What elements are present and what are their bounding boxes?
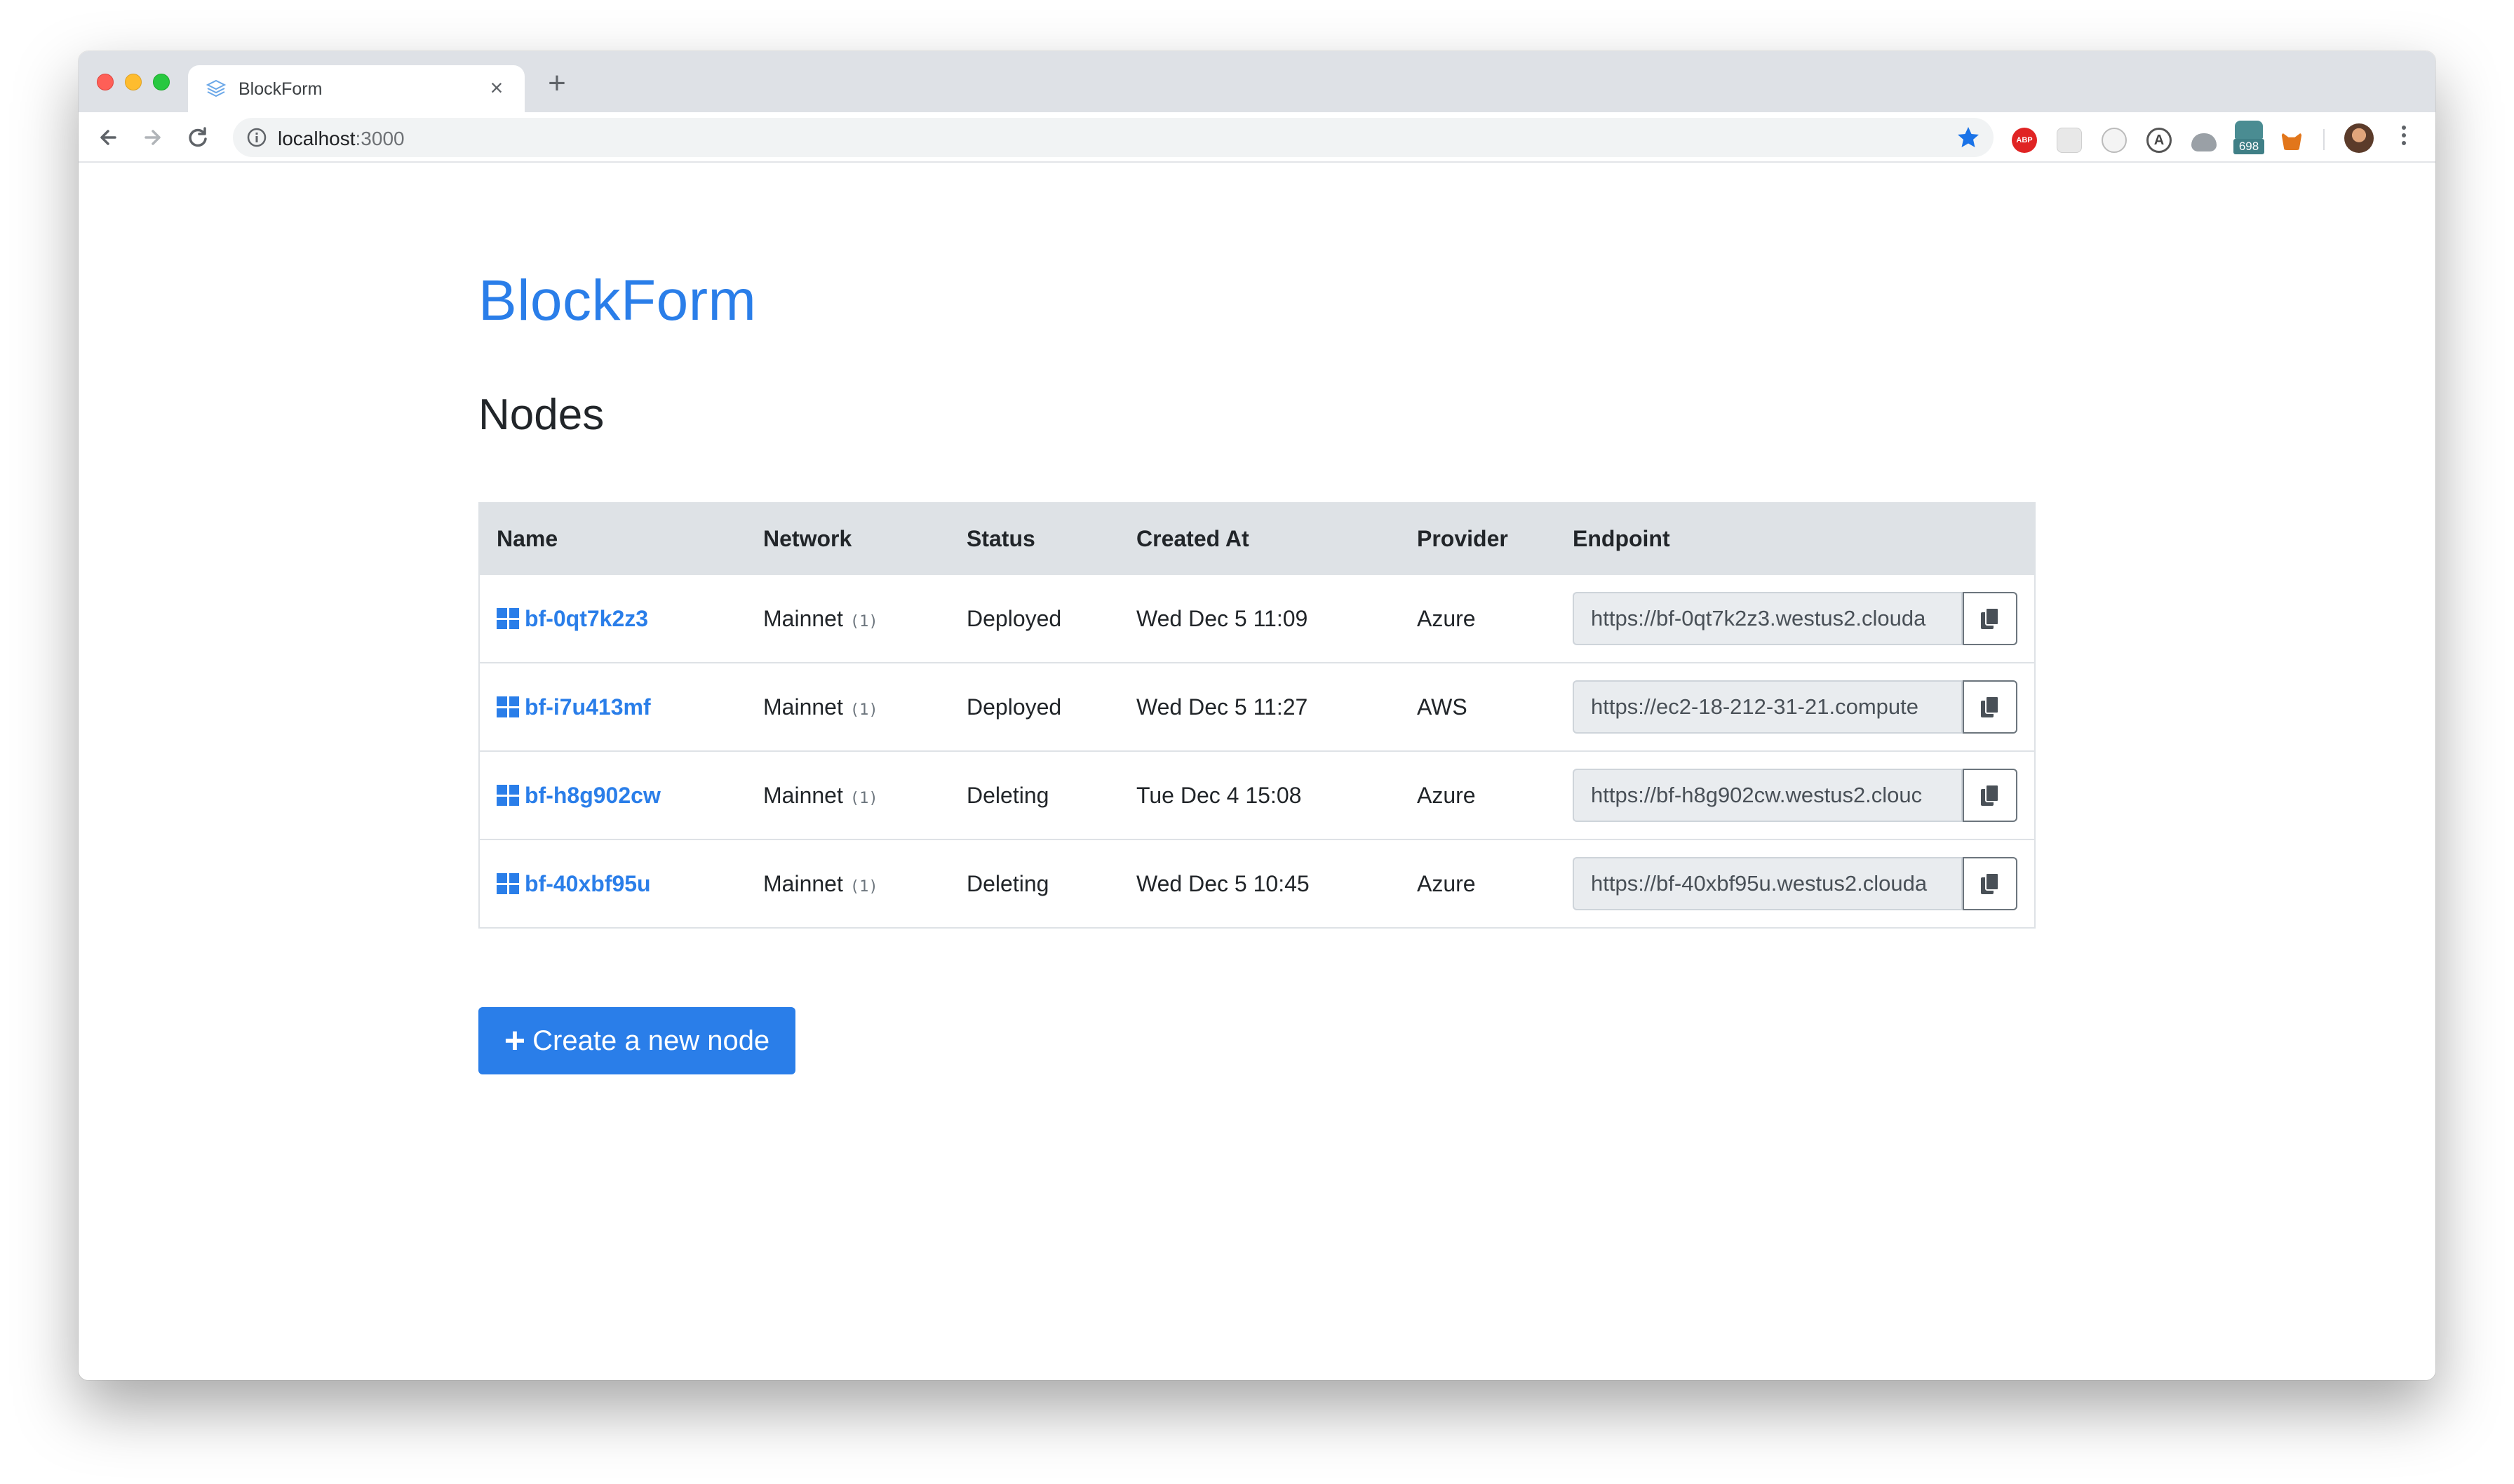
- network-cell: Mainnet (1): [763, 694, 878, 720]
- browser-menu-icon[interactable]: [2393, 122, 2414, 154]
- status-cell: Deleting: [967, 782, 1049, 808]
- info-icon[interactable]: [246, 126, 268, 149]
- header-name: Name: [497, 525, 558, 551]
- browser-window: BlockForm × + localhost:3000 ABP A 698 B…: [79, 51, 2435, 1380]
- copy-button[interactable]: [1963, 769, 2017, 822]
- copy-icon: [1981, 872, 1999, 894]
- table-row: bf-0qt7k2z3 Mainnet (1) Deployed Wed Dec …: [480, 574, 2034, 662]
- close-window-button[interactable]: [97, 74, 114, 90]
- profile-avatar[interactable]: [2344, 123, 2374, 153]
- endpoint-field[interactable]: [1573, 680, 1963, 734]
- extension-badge: 698: [2233, 139, 2264, 154]
- header-provider: Provider: [1417, 525, 1508, 551]
- network-cell: Mainnet (1): [763, 782, 878, 808]
- header-network: Network: [763, 525, 852, 551]
- created-at-cell: Wed Dec 5 11:27: [1136, 694, 1308, 720]
- table-row: bf-i7u413mf Mainnet (1) Deployed Wed Dec …: [480, 662, 2034, 750]
- windows-grid-icon: [497, 785, 519, 806]
- copy-icon: [1981, 607, 1999, 629]
- extension-icon[interactable]: [2057, 128, 2082, 153]
- table-row: bf-40xbf95u Mainnet (1) Deleting Wed Dec …: [480, 839, 2034, 927]
- created-at-cell: Wed Dec 5 11:09: [1136, 605, 1308, 631]
- created-at-cell: Tue Dec 4 15:08: [1136, 782, 1302, 808]
- network-id: (1): [849, 877, 878, 896]
- copy-icon: [1981, 696, 1999, 717]
- forward-arrow-icon[interactable]: [137, 122, 168, 153]
- blockform-favicon-icon: [206, 79, 227, 97]
- endpoint-field[interactable]: [1573, 769, 1963, 822]
- tab-strip: BlockForm × +: [79, 51, 2435, 112]
- header-status: Status: [967, 525, 1035, 551]
- minimize-window-button[interactable]: [125, 74, 142, 90]
- house-icon: [2235, 121, 2263, 139]
- node-name-link[interactable]: bf-0qt7k2z3: [497, 606, 648, 632]
- toolbar-divider: [2323, 129, 2325, 150]
- endpoint-field[interactable]: [1573, 857, 1963, 910]
- copy-button[interactable]: [1963, 680, 2017, 734]
- endpoint-group: [1573, 857, 2017, 910]
- endpoint-group: [1573, 680, 2017, 734]
- url-text: localhost:3000: [278, 128, 405, 149]
- bookmark-star-icon[interactable]: [1956, 125, 1981, 150]
- status-cell: Deployed: [967, 605, 1062, 631]
- status-cell: Deployed: [967, 694, 1062, 720]
- provider-cell: Azure: [1417, 870, 1476, 896]
- maximize-window-button[interactable]: [153, 74, 170, 90]
- created-at-cell: Wed Dec 5 10:45: [1136, 870, 1310, 896]
- back-arrow-icon[interactable]: [93, 122, 123, 153]
- network-id: (1): [849, 789, 878, 807]
- network-cell: Mainnet (1): [763, 870, 878, 896]
- network-id: (1): [849, 701, 878, 719]
- network-cell: Mainnet (1): [763, 605, 878, 631]
- brand-title[interactable]: BlockForm: [478, 268, 756, 334]
- a-extension-icon[interactable]: A: [2146, 128, 2172, 153]
- header-created-at: Created At: [1136, 525, 1249, 551]
- provider-cell: AWS: [1417, 694, 1467, 720]
- nodes-table: Name Network Status Created At Provider …: [478, 502, 2036, 929]
- adblock-extension-icon[interactable]: ABP: [2012, 128, 2037, 153]
- close-tab-icon[interactable]: ×: [484, 75, 509, 100]
- face-extension-icon[interactable]: [2102, 128, 2127, 153]
- provider-cell: Azure: [1417, 605, 1476, 631]
- network-id: (1): [849, 612, 878, 630]
- create-node-label: Create a new node: [532, 1025, 770, 1056]
- provider-cell: Azure: [1417, 782, 1476, 808]
- status-cell: Deleting: [967, 870, 1049, 896]
- windows-grid-icon: [497, 873, 519, 894]
- copy-button[interactable]: [1963, 592, 2017, 645]
- metamask-fox-icon[interactable]: [2281, 132, 2302, 150]
- node-name-link[interactable]: bf-40xbf95u: [497, 871, 651, 897]
- node-name-link[interactable]: bf-h8g902cw: [497, 783, 661, 809]
- create-node-button[interactable]: + Create a new node: [478, 1007, 795, 1074]
- table-row: bf-h8g902cw Mainnet (1) Deleting Tue Dec …: [480, 750, 2034, 839]
- tab-blockform[interactable]: BlockForm ×: [188, 65, 525, 112]
- browser-toolbar: localhost:3000 ABP A 698: [79, 112, 2435, 163]
- table-header: Name Network Status Created At Provider …: [480, 504, 2034, 574]
- reload-icon[interactable]: [182, 122, 213, 153]
- node-name-link[interactable]: bf-i7u413mf: [497, 694, 651, 720]
- plus-icon: +: [504, 1020, 526, 1061]
- endpoint-group: [1573, 769, 2017, 822]
- endpoint-field[interactable]: [1573, 592, 1963, 645]
- new-tab-button[interactable]: +: [542, 68, 572, 100]
- tab-title: BlockForm: [238, 79, 323, 99]
- page-content: BlockForm Nodes Name Network Status Crea…: [79, 164, 2435, 1380]
- windows-grid-icon: [497, 696, 519, 717]
- windows-grid-icon: [497, 608, 519, 629]
- cloud-extension-icon[interactable]: [2191, 133, 2217, 151]
- address-bar[interactable]: localhost:3000: [233, 118, 1994, 157]
- endpoint-group: [1573, 592, 2017, 645]
- page-title: Nodes: [478, 391, 605, 439]
- copy-icon: [1981, 784, 1999, 806]
- copy-button[interactable]: [1963, 857, 2017, 910]
- header-endpoint: Endpoint: [1573, 525, 1670, 551]
- badge-extension-icon[interactable]: 698: [2233, 118, 2264, 157]
